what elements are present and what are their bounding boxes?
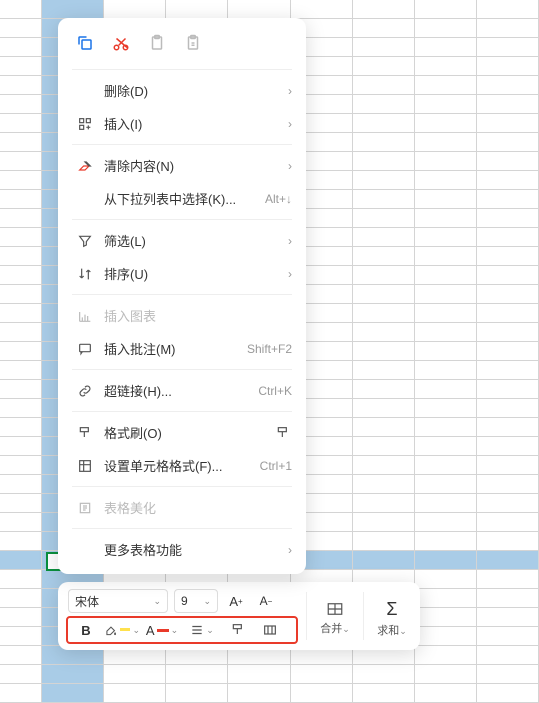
sum-button[interactable]: Σ 求和⌄ <box>372 588 412 644</box>
decrease-font-button[interactable]: A− <box>254 589 278 613</box>
menu-format-painter[interactable]: 格式刷(O) <box>58 416 306 449</box>
menu-filter-label: 筛选(L) <box>104 231 272 250</box>
format-painter-button[interactable] <box>224 618 252 642</box>
menu-dropdown-list-label: 从下拉列表中选择(K)... <box>104 189 255 208</box>
chart-icon <box>76 307 94 325</box>
merge-label: 合并 <box>320 623 342 635</box>
font-size-select[interactable]: 9 ⌄ <box>174 589 218 613</box>
format-painter-icon <box>76 424 94 442</box>
menu-format-cells[interactable]: 设置单元格格式(F)... Ctrl+1 <box>58 449 306 482</box>
menu-insert-chart-label: 插入图表 <box>104 306 292 325</box>
chevron-down-icon: ⌄ <box>206 625 214 636</box>
context-menu: 删除(D) › 插入(I) › 清除内容(N) › 从下拉列表中选择(K)... Al… <box>58 18 306 574</box>
eraser-icon <box>76 157 94 175</box>
format-painter-pin-icon[interactable] <box>274 424 292 442</box>
auto-adjust-button[interactable] <box>256 618 284 642</box>
font-size-value: 9 <box>181 594 188 608</box>
paste-special-icon[interactable] <box>184 34 202 55</box>
menu-format-cells-label: 设置单元格格式(F)... <box>104 456 250 475</box>
menu-comment-key: Shift+F2 <box>247 342 292 356</box>
font-select[interactable]: 宋体 ⌄ <box>68 589 168 613</box>
menu-more-table[interactable]: 更多表格功能 › <box>58 533 306 566</box>
sparkle-icon <box>76 499 94 517</box>
menu-comment-label: 插入批注(M) <box>104 339 237 358</box>
menu-delete-label: 删除(D) <box>104 81 272 100</box>
chevron-down-icon: ⌄ <box>203 596 211 607</box>
menu-delete[interactable]: 删除(D) › <box>58 74 306 107</box>
menu-hyperlink-label: 超链接(H)... <box>104 381 248 400</box>
copy-icon[interactable] <box>76 34 94 55</box>
chevron-right-icon: › <box>288 234 292 248</box>
fill-color-button[interactable]: ⌄ <box>104 622 140 638</box>
sum-label: 求和 <box>377 625 399 637</box>
menu-format-cells-key: Ctrl+1 <box>260 459 292 473</box>
menu-dropdown-list-key: Alt+↓ <box>265 192 292 206</box>
comment-icon <box>76 340 94 358</box>
menu-sort[interactable]: 排序(U) › <box>58 257 306 290</box>
chevron-down-icon: ⌄ <box>132 625 140 636</box>
chevron-right-icon: › <box>288 117 292 131</box>
font-select-value: 宋体 <box>75 593 99 610</box>
menu-table-beautify-label: 表格美化 <box>104 498 292 517</box>
toolbar-divider <box>306 592 307 640</box>
menu-insert-label: 插入(I) <box>104 114 272 133</box>
menu-insert-chart: 插入图表 <box>58 299 306 332</box>
menu-more-table-label: 更多表格功能 <box>104 540 272 559</box>
menu-filter[interactable]: 筛选(L) › <box>58 224 306 257</box>
toolbar-divider <box>363 592 364 640</box>
menu-insert[interactable]: 插入(I) › <box>58 107 306 140</box>
menu-clear[interactable]: 清除内容(N) › <box>58 149 306 182</box>
cut-icon[interactable] <box>112 34 130 55</box>
increase-font-button[interactable]: A+ <box>224 589 248 613</box>
menu-table-beautify: 表格美化 <box>58 491 306 524</box>
font-color-button[interactable]: A ⌄ <box>144 623 180 638</box>
paste-icon[interactable] <box>148 34 166 55</box>
chevron-right-icon: › <box>288 84 292 98</box>
menu-hyperlink-key: Ctrl+K <box>258 384 292 398</box>
menu-hyperlink[interactable]: 超链接(H)... Ctrl+K <box>58 374 306 407</box>
highlighted-format-group: B ⌄ A ⌄ ⌄ <box>66 616 298 644</box>
link-icon <box>76 382 94 400</box>
chevron-down-icon: ⌄ <box>153 596 161 607</box>
menu-sort-label: 排序(U) <box>104 264 272 283</box>
alignment-button[interactable]: ⌄ <box>184 623 220 637</box>
mini-toolbar: 宋体 ⌄ 9 ⌄ A+ A− B ⌄ A ⌄ ⌄ <box>58 582 420 650</box>
menu-comment[interactable]: 插入批注(M) Shift+F2 <box>58 332 306 365</box>
filter-icon <box>76 232 94 250</box>
sort-icon <box>76 265 94 283</box>
chevron-right-icon: › <box>288 267 292 281</box>
merge-button[interactable]: 合并⌄ <box>315 588 355 644</box>
chevron-down-icon: ⌄ <box>171 625 179 636</box>
chevron-right-icon: › <box>288 543 292 557</box>
sigma-icon: Σ <box>386 599 397 620</box>
menu-format-painter-label: 格式刷(O) <box>104 423 264 442</box>
menu-clear-label: 清除内容(N) <box>104 156 272 175</box>
bold-button[interactable]: B <box>72 618 100 642</box>
insert-icon <box>76 115 94 133</box>
chevron-right-icon: › <box>288 159 292 173</box>
menu-dropdown-list[interactable]: 从下拉列表中选择(K)... Alt+↓ <box>58 182 306 215</box>
format-cells-icon <box>76 457 94 475</box>
